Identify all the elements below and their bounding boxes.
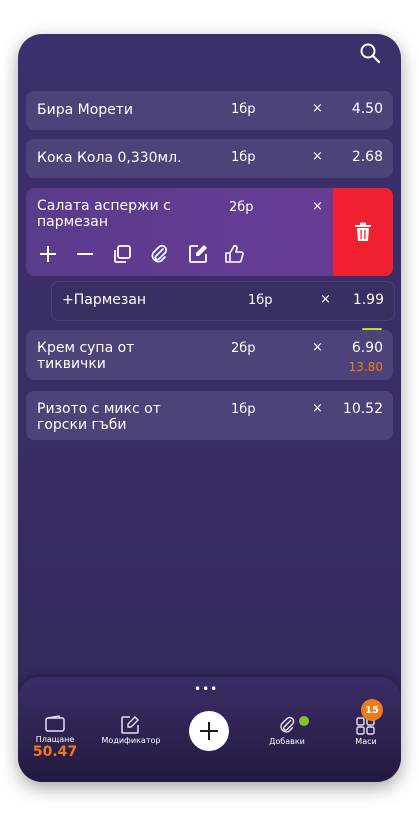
item-quantity: 2бр <box>229 200 254 215</box>
order-item-row[interactable]: Ризото с микс от горски гъби 1бр × 10.52 <box>26 391 393 440</box>
order-item-row[interactable]: Крем супа от тиквички 2бр × 6.90 13.80 <box>26 330 393 380</box>
payment-label: Плащане <box>35 735 75 744</box>
modifier-label: Модификатор <box>101 736 161 745</box>
modifier-row[interactable]: +Пармезан 1бр × 1.99 <box>51 281 395 321</box>
item-price: 10.52 <box>342 401 383 417</box>
status-dot <box>299 716 309 726</box>
order-item-row[interactable]: Кока Кола 0,330мл. 1бр × 2.68 <box>26 139 393 178</box>
item-name: Бира Морети <box>37 102 134 118</box>
selected-order-item[interactable]: Салата аспержи с пармезан 2бр × <box>26 188 393 276</box>
item-quantity: 1бр <box>231 150 256 165</box>
item-quantity: 1бр <box>231 402 256 417</box>
tables-badge: 15 <box>361 699 383 721</box>
multiply-sign: × <box>312 199 323 214</box>
item-quantity: 1бр <box>231 102 256 117</box>
item-name: Салата аспержи с пармезан <box>37 198 171 230</box>
paperclip-icon[interactable] <box>148 243 170 265</box>
phone-screen: Бира Морети 1бр × 4.50 Кока Кола 0,330мл… <box>18 34 401 782</box>
multiply-sign: × <box>320 292 331 307</box>
payment-amount: 50.47 <box>32 744 78 760</box>
multiply-sign: × <box>312 149 323 164</box>
multiply-sign: × <box>312 401 323 416</box>
modifier-quantity: 1бр <box>248 293 273 308</box>
edit-icon <box>121 716 139 734</box>
item-name: Крем супа от тиквички <box>37 340 135 372</box>
add-button[interactable] <box>189 711 229 751</box>
minus-icon[interactable] <box>74 243 96 265</box>
modifier-button[interactable]: Модификатор <box>101 715 161 745</box>
modifier-price: 1.99 <box>352 292 384 308</box>
modifier-name: +Пармезан <box>62 292 147 308</box>
item-price: 2.68 <box>351 149 383 165</box>
item-price: 6.90 <box>351 340 383 356</box>
search-icon[interactable] <box>359 42 381 64</box>
item-name: Кока Кола 0,330мл. <box>37 150 182 166</box>
item-quantity: 2бр <box>231 341 256 356</box>
tables-button[interactable]: Маси <box>346 717 386 746</box>
item-price: 4.50 <box>351 101 383 117</box>
multiply-sign: × <box>312 101 323 116</box>
delete-button[interactable] <box>333 188 393 276</box>
wallet-icon <box>45 715 65 732</box>
multiply-sign: × <box>312 340 323 355</box>
item-total: 13.80 <box>348 360 383 374</box>
extras-label: Добавки <box>269 737 305 746</box>
order-item-row[interactable]: Бира Морети 1бр × 4.50 <box>26 91 393 130</box>
more-dots[interactable]: ••• <box>194 682 218 696</box>
item-name: Ризото с микс от горски гъби <box>37 401 161 433</box>
tables-label: Маси <box>355 737 377 746</box>
thumbs-up-icon[interactable] <box>223 243 245 265</box>
paperclip-icon <box>280 716 295 733</box>
edit-icon[interactable] <box>187 243 209 265</box>
payment-button[interactable]: Плащане 50.47 <box>30 715 80 760</box>
bottom-nav: ••• Плащане 50.47 Модификатор Добавки Ма… <box>18 677 401 782</box>
copy-icon[interactable] <box>111 243 133 265</box>
plus-icon <box>200 722 218 740</box>
plus-icon[interactable] <box>37 243 59 265</box>
trash-icon <box>355 222 371 241</box>
